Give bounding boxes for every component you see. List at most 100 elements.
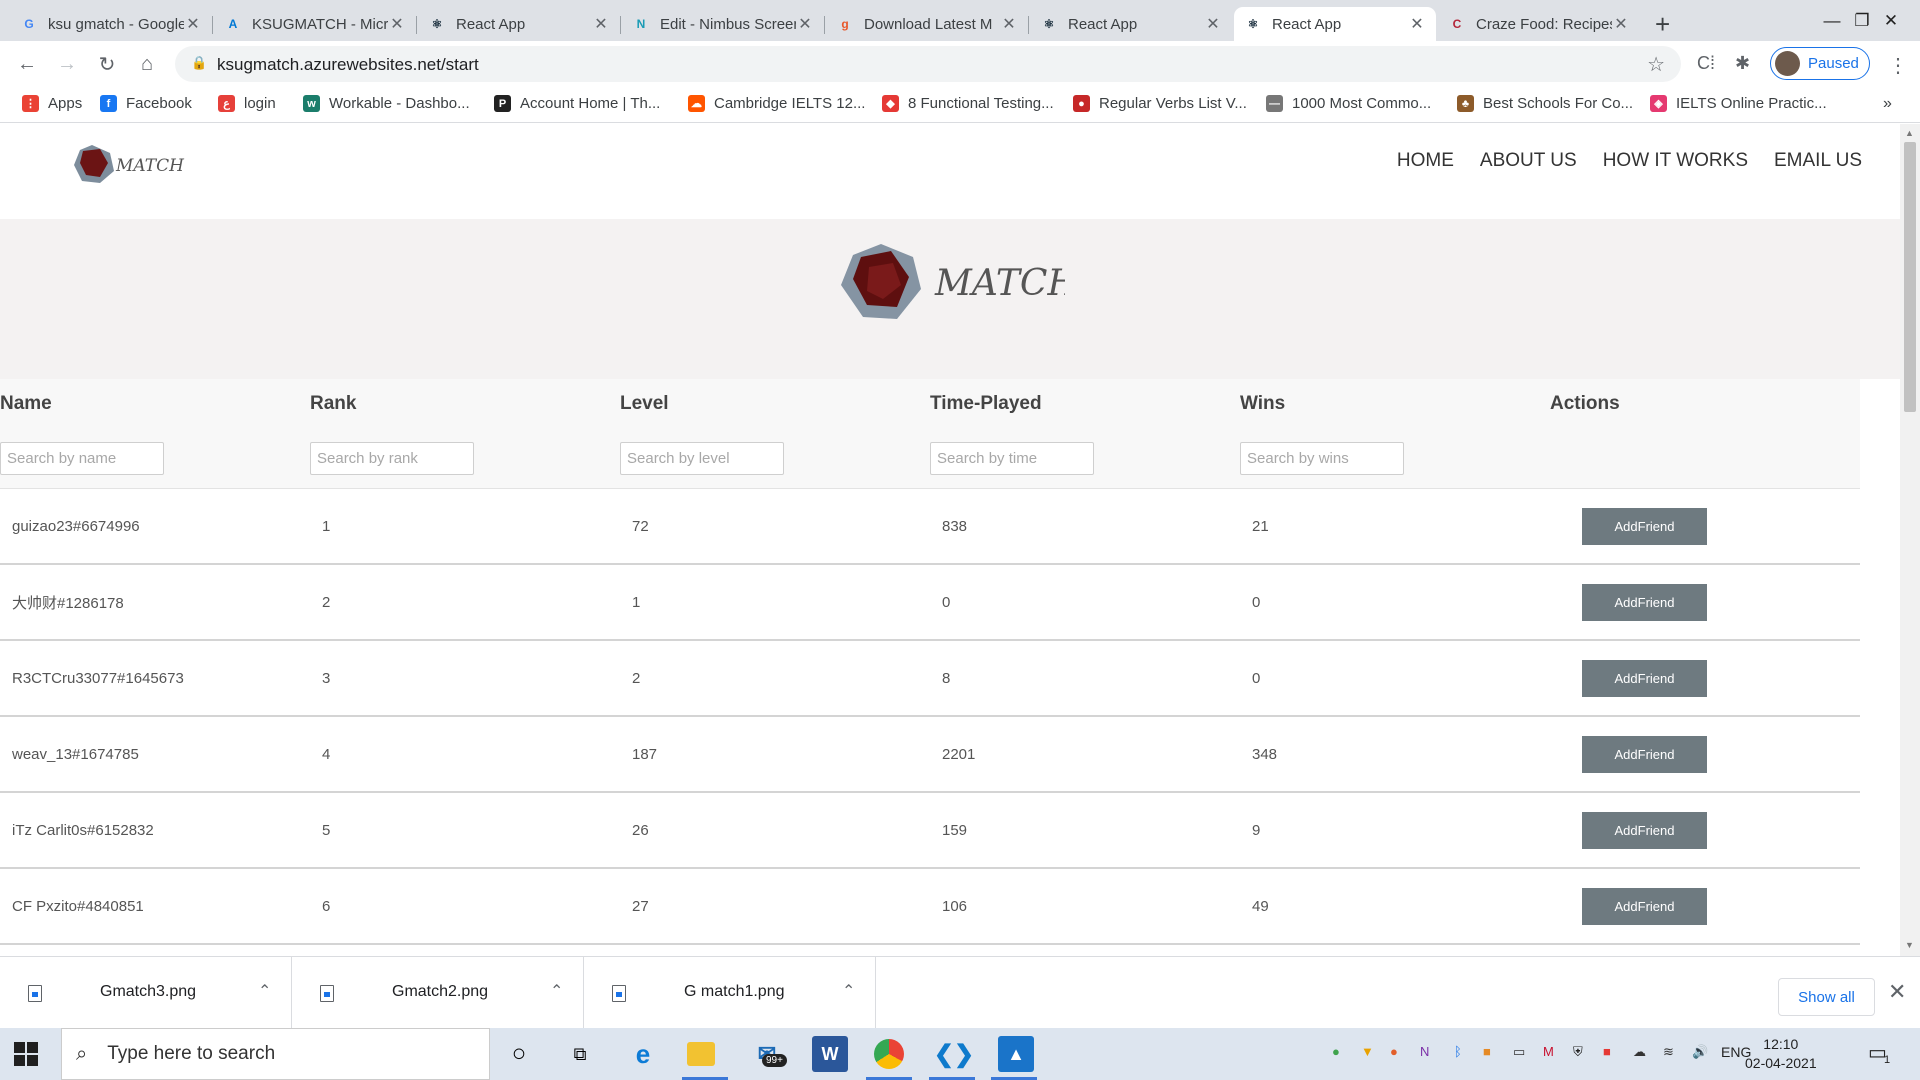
menu-kebab-icon[interactable]: ⋮ bbox=[1888, 53, 1908, 78]
bookmark-cambridge-ielts-12[interactable]: ☁ Cambridge IELTS 12... bbox=[688, 95, 865, 112]
browser-tab[interactable]: N Edit - Nimbus Screenshot✕ bbox=[622, 7, 824, 41]
tab-close-icon[interactable]: ✕ bbox=[1000, 14, 1018, 34]
column-header-level[interactable]: Level bbox=[620, 393, 930, 415]
chrome-icon[interactable] bbox=[874, 1039, 904, 1069]
tab-close-icon[interactable]: ✕ bbox=[1204, 14, 1222, 34]
nav-home-link[interactable]: HOME bbox=[1397, 150, 1454, 172]
download-item[interactable]: Gmatch2.png ⌃ bbox=[292, 957, 584, 1029]
windows-start-icon[interactable] bbox=[14, 1042, 38, 1066]
scroll-down-arrow-icon[interactable]: ▼ bbox=[1905, 940, 1914, 950]
tab-close-icon[interactable]: ✕ bbox=[1612, 14, 1630, 34]
nav-how-it-works-link[interactable]: HOW IT WORKS bbox=[1603, 150, 1748, 172]
bookmark-8-functional-testing[interactable]: ◆ 8 Functional Testing... bbox=[882, 95, 1054, 112]
back-arrow-icon[interactable]: ← bbox=[12, 49, 42, 79]
extensions-puzzle-icon[interactable]: ✱ bbox=[1735, 53, 1750, 74]
vscode-icon[interactable]: ❮❯ bbox=[934, 1036, 974, 1072]
download-item[interactable]: Gmatch3.png ⌃ bbox=[0, 957, 292, 1029]
security-shield-icon[interactable]: ⛨ bbox=[1573, 1044, 1583, 1060]
add-friend-button[interactable]: AddFriend bbox=[1582, 583, 1707, 621]
url-text[interactable]: ksugmatch.azurewebsites.net/start bbox=[217, 55, 479, 75]
word-icon[interactable]: W bbox=[812, 1036, 848, 1072]
network-icon[interactable]: ☁ bbox=[1633, 1044, 1646, 1060]
bookmark-regular-verbs-list-v[interactable]: ● Regular Verbs List V... bbox=[1073, 95, 1247, 112]
bookmark-login[interactable]: ع login bbox=[218, 95, 276, 112]
tray-wifi-signal-icon[interactable]: ▼ bbox=[1361, 1044, 1374, 1059]
close-downloads-icon[interactable]: ✕ bbox=[1888, 979, 1906, 1005]
search-time-input[interactable] bbox=[930, 442, 1094, 475]
lock-icon[interactable]: 🔒 bbox=[191, 55, 207, 71]
more-bookmarks-chevron-icon[interactable]: » bbox=[1883, 95, 1892, 113]
tray-red-icon[interactable]: ■ bbox=[1603, 1044, 1611, 1059]
browser-tab[interactable]: Gksu gmatch - Google ✕ bbox=[10, 7, 212, 41]
search-rank-input[interactable] bbox=[310, 442, 474, 475]
search-level-input[interactable] bbox=[620, 442, 784, 475]
search-wins-input[interactable] bbox=[1240, 442, 1404, 475]
reload-icon[interactable]: ↻ bbox=[92, 49, 122, 79]
tab-close-icon[interactable]: ✕ bbox=[1408, 14, 1426, 34]
profile-button[interactable]: Paused bbox=[1770, 47, 1870, 80]
tab-close-icon[interactable]: ✕ bbox=[184, 14, 202, 34]
browser-tab[interactable]: A KSUGMATCH - Microsoft✕ bbox=[214, 7, 416, 41]
wifi-icon[interactable]: ≋ bbox=[1663, 1044, 1674, 1060]
address-bar[interactable]: 🔒 ksugmatch.azurewebsites.net/start ☆ bbox=[175, 46, 1681, 82]
forward-arrow-icon[interactable]: → bbox=[52, 49, 82, 79]
tray-app-icon[interactable]: ● bbox=[1332, 1044, 1340, 1059]
column-header-time-played[interactable]: Time-Played bbox=[930, 393, 1240, 415]
bookmark-account-home-th[interactable]: P Account Home | Th... bbox=[494, 95, 660, 112]
cortana-icon[interactable]: ○ bbox=[501, 1036, 537, 1072]
download-item[interactable]: G match1.png ⌃ bbox=[584, 957, 876, 1029]
tab-close-icon[interactable]: ✕ bbox=[388, 14, 406, 34]
tab-close-icon[interactable]: ✕ bbox=[592, 14, 610, 34]
chevron-up-icon[interactable]: ⌃ bbox=[550, 981, 563, 1001]
photos-icon[interactable]: ▲ bbox=[998, 1036, 1034, 1072]
search-name-input[interactable] bbox=[0, 442, 164, 475]
chevron-up-icon[interactable]: ⌃ bbox=[842, 981, 855, 1001]
tray-app2-icon[interactable]: ■ bbox=[1483, 1044, 1491, 1059]
nav-email-us-link[interactable]: EMAIL US bbox=[1774, 150, 1862, 172]
column-header-actions[interactable]: Actions bbox=[1550, 393, 1860, 415]
add-friend-button[interactable]: AddFriend bbox=[1582, 735, 1707, 773]
extension-c-icon[interactable]: C⁞ bbox=[1697, 53, 1715, 74]
volume-icon[interactable]: 🔊 bbox=[1692, 1044, 1708, 1060]
mcafee-icon[interactable]: M bbox=[1543, 1044, 1554, 1059]
bookmark-ielts-online-practic[interactable]: ◈ IELTS Online Practic... bbox=[1650, 95, 1827, 112]
chevron-up-icon[interactable]: ⌃ bbox=[258, 981, 271, 1001]
system-clock[interactable]: 12:10 02-04-2021 bbox=[1745, 1035, 1817, 1073]
nav-about-us-link[interactable]: ABOUT US bbox=[1480, 150, 1577, 172]
add-friend-button[interactable]: AddFriend bbox=[1582, 887, 1707, 925]
add-friend-button[interactable]: AddFriend bbox=[1582, 659, 1707, 697]
scroll-up-arrow-icon[interactable]: ▲ bbox=[1905, 128, 1914, 138]
add-friend-button[interactable]: AddFriend bbox=[1582, 811, 1707, 849]
bookmark-facebook[interactable]: f Facebook bbox=[100, 95, 192, 112]
close-window-button[interactable]: ✕ bbox=[1862, 0, 1920, 41]
add-friend-button[interactable]: AddFriend bbox=[1582, 507, 1707, 545]
browser-tab[interactable]: ⚛ React App ✕ bbox=[1234, 7, 1436, 41]
home-icon[interactable]: ⌂ bbox=[132, 49, 162, 79]
onenote-tray-icon[interactable]: N bbox=[1420, 1044, 1429, 1059]
browser-tab[interactable]: ⚛ React App ✕ bbox=[418, 7, 620, 41]
browser-tab[interactable]: C Craze Food: Recipes ✕ bbox=[1438, 7, 1640, 41]
bookmark-star-icon[interactable]: ☆ bbox=[1647, 52, 1665, 77]
column-header-rank[interactable]: Rank bbox=[310, 393, 620, 415]
bookmark-1000-most-commo[interactable]: — 1000 Most Commo... bbox=[1266, 95, 1431, 112]
tray-orange-icon[interactable]: ● bbox=[1390, 1044, 1398, 1059]
browser-tab[interactable]: ⚛ React App ✕ bbox=[1030, 7, 1232, 41]
gmatch-logo[interactable]: MATCH bbox=[70, 141, 190, 187]
file-explorer-icon[interactable] bbox=[687, 1042, 715, 1066]
bluetooth-icon[interactable]: ᛒ bbox=[1454, 1044, 1462, 1059]
bookmark-apps[interactable]: ⋮ Apps bbox=[22, 95, 82, 112]
scrollbar-thumb[interactable] bbox=[1904, 142, 1916, 412]
edge-icon[interactable]: e bbox=[625, 1036, 661, 1072]
tab-close-icon[interactable]: ✕ bbox=[796, 14, 814, 34]
taskbar-search-box[interactable]: ⌕ Type here to search bbox=[61, 1028, 490, 1080]
column-header-name[interactable]: Name bbox=[0, 393, 310, 415]
page-scrollbar[interactable]: ▲ ▼ bbox=[1900, 124, 1920, 956]
browser-tab[interactable]: g Download Latest M ✕ bbox=[826, 7, 1028, 41]
new-tab-button[interactable]: + bbox=[1655, 9, 1670, 40]
task-view-icon[interactable]: ⧉ bbox=[562, 1036, 598, 1072]
column-header-wins[interactable]: Wins bbox=[1240, 393, 1550, 415]
bookmark-workable-dashbo[interactable]: w Workable - Dashbo... bbox=[303, 95, 470, 112]
show-all-downloads-button[interactable]: Show all bbox=[1778, 978, 1875, 1016]
bookmark-best-schools-for-co[interactable]: ♣ Best Schools For Co... bbox=[1457, 95, 1633, 112]
battery-icon[interactable]: ▭ bbox=[1513, 1044, 1525, 1060]
